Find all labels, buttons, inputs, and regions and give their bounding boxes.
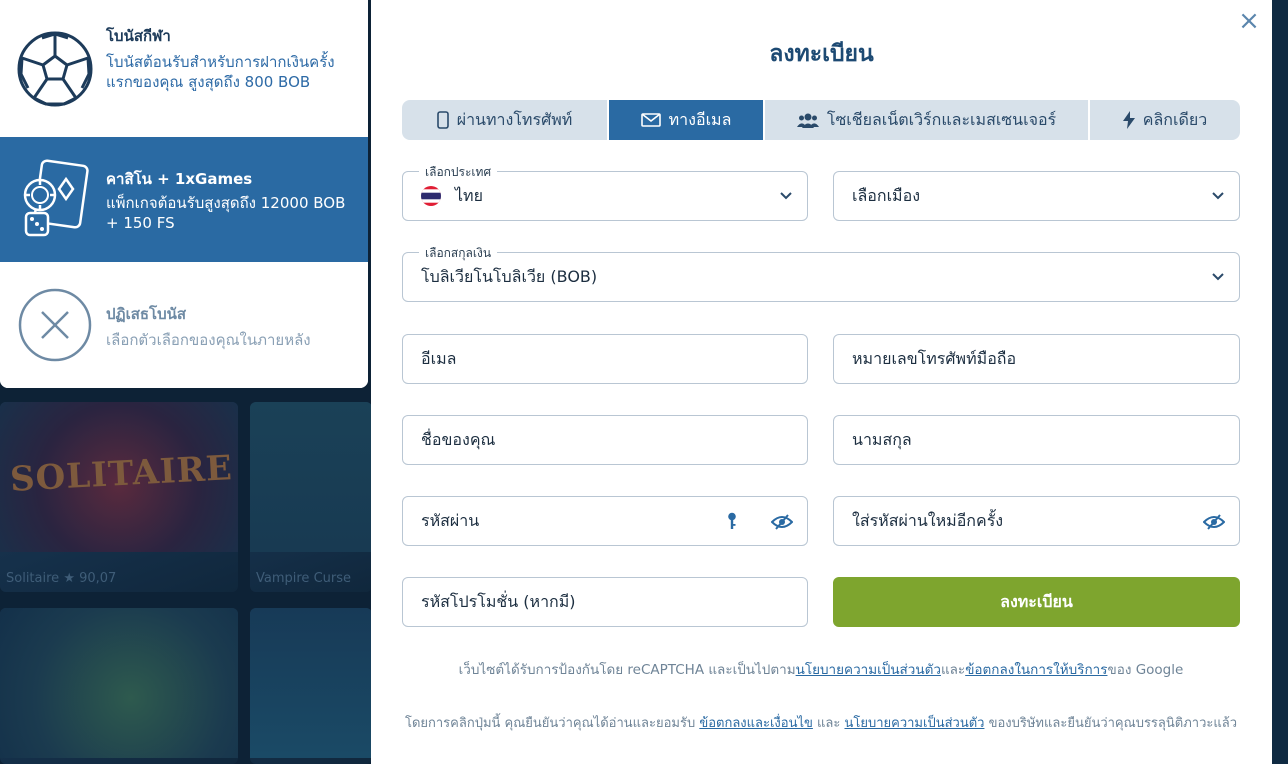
terms-text: ของบริษัทและยืนยันว่าคุณบรรลุนิติภาวะแล้… <box>984 716 1238 731</box>
first-name-field[interactable]: ชื่อของคุณ <box>402 415 808 465</box>
game-tile <box>0 608 238 764</box>
game-tile: SOLITAIRE Solitaire ★ 90,07 <box>0 402 238 592</box>
last-name-placeholder: นามสกุล <box>852 429 912 449</box>
bonus-option-casino[interactable]: คาสิโน + 1xGames แพ็กเกจต้อนรับสูงสุดถึง… <box>0 137 368 262</box>
tab-social[interactable]: โซเชียลเน็ตเวิร์กและเมสเซนเจอร์ <box>765 100 1090 140</box>
close-button[interactable]: × <box>1236 8 1262 34</box>
bonus-description: โบนัสต้อนรับสำหรับการฝากเงินครั้งแรกของค… <box>106 53 335 91</box>
currency-value: โบลิเวียโนโบลิเวีย (BOB) <box>421 266 598 286</box>
tab-label: โซเชียลเน็ตเวิร์กและเมสเซนเจอร์ <box>826 109 1057 129</box>
soccer-ball-icon <box>16 30 94 112</box>
tab-email[interactable]: ทางอีเมล <box>609 100 765 140</box>
game-name: Solitaire ★ 90,07 <box>6 571 117 586</box>
chevron-down-icon <box>1212 273 1224 281</box>
bonus-title: ปฏิเสธโบนัส <box>106 305 187 323</box>
bonus-option-sports[interactable]: โบนัสกีฬา โบนัสต้อนรับสำหรับการฝากเงินคร… <box>0 0 368 137</box>
terms-text: และ <box>812 716 845 731</box>
terms-text: โดยการคลิกปุ่มนี้ คุณยืนยันว่าคุณได้อ่าน… <box>404 716 700 731</box>
game-name: Vampire Curse <box>256 571 351 586</box>
company-privacy-link[interactable]: นโยบายความเป็นส่วนตัว <box>844 716 984 731</box>
password-repeat-placeholder: ใส่รหัสผ่านใหม่อีกครั้ง <box>852 510 1004 530</box>
tab-label: ผ่านทางโทรศัพท์ <box>456 109 573 129</box>
users-icon <box>796 112 819 128</box>
register-button[interactable]: ลงทะเบียน <box>833 577 1240 627</box>
chevron-down-icon <box>780 192 792 200</box>
terms-conditions-link[interactable]: ข้อตกลงและเงื่อนไข <box>699 716 813 731</box>
modal-title: ลงทะเบียน <box>769 41 874 67</box>
promo-placeholder: รหัสโปรโมชั่น (หากมี) <box>421 591 576 611</box>
bonus-description: แพ็กเกจต้อนรับสูงสุดถึง 12000 BOB + 150 … <box>106 194 346 232</box>
recaptcha-notice: เว็บไซต์ได้รับการป้องกันโดย reCAPTCHA แล… <box>402 659 1240 681</box>
password-placeholder: รหัสผ่าน <box>421 510 480 530</box>
recaptcha-text: เว็บไซต์ได้รับการป้องกันโดย reCAPTCHA แล… <box>458 662 796 678</box>
thailand-flag-icon <box>421 186 441 206</box>
phone-placeholder: หมายเลขโทรศัพท์มือถือ <box>852 348 1017 368</box>
tab-label: ทางอีเมล <box>668 109 732 129</box>
country-value: ไทย <box>455 185 483 205</box>
privacy-policy-link[interactable]: นโยบายความเป็นส่วนตัว <box>796 662 941 678</box>
bonus-panel: โบนัสกีฬา โบนัสต้อนรับสำหรับการฝากเงินคร… <box>0 0 368 388</box>
game-tile <box>250 608 372 764</box>
terms-of-service-link[interactable]: ข้อตกลงในการให้บริการ <box>965 662 1107 678</box>
first-name-placeholder: ชื่อของคุณ <box>421 429 496 449</box>
promo-code-field[interactable]: รหัสโปรโมชั่น (หากมี) <box>402 577 808 627</box>
eye-slash-icon[interactable] <box>1203 514 1225 530</box>
phone-icon <box>436 111 449 129</box>
lightning-icon <box>1122 111 1135 129</box>
game-tile: Vampire Curse <box>250 402 372 592</box>
chevron-down-icon <box>1212 192 1224 200</box>
currency-legend: เลือกสกุลเงิน <box>419 244 498 263</box>
password-field[interactable]: รหัสผ่าน <box>402 496 808 546</box>
registration-tabs: ผ่านทางโทรศัพท์ ทางอีเมล โซเชียลเน็ตเวิร… <box>402 100 1240 140</box>
key-icon[interactable] <box>727 512 737 530</box>
bonus-title: โบนัสกีฬา <box>106 27 171 45</box>
game-art-title: SOLITAIRE <box>9 448 234 500</box>
recaptcha-text: ของ Google <box>1107 662 1184 678</box>
recaptcha-text: และ <box>940 662 966 678</box>
casino-chips-icon <box>20 159 90 243</box>
city-placeholder: เลือกเมือง <box>852 185 921 205</box>
password-repeat-field[interactable]: ใส่รหัสผ่านใหม่อีกครั้ง <box>833 496 1240 546</box>
email-field[interactable]: อีเมล <box>402 334 808 384</box>
eye-slash-icon[interactable] <box>771 514 793 530</box>
tab-one-click[interactable]: คลิกเดียว <box>1090 100 1240 140</box>
bonus-option-decline[interactable]: ปฏิเสธโบนัส เลือกตัวเลือกของคุณในภายหลัง <box>0 262 368 388</box>
bonus-description: เลือกตัวเลือกของคุณในภายหลัง <box>106 331 311 349</box>
background-games: SOLITAIRE Solitaire ★ 90,07 Vampire Curs… <box>0 386 372 764</box>
email-placeholder: อีเมล <box>421 348 457 368</box>
country-select[interactable]: เลือกประเทศ ไทย <box>402 163 808 221</box>
background-edge <box>1272 0 1288 764</box>
city-select[interactable]: เลือกเมือง <box>833 171 1240 221</box>
phone-field[interactable]: หมายเลขโทรศัพท์มือถือ <box>833 334 1240 384</box>
tab-phone[interactable]: ผ่านทางโทรศัพท์ <box>402 100 609 140</box>
last-name-field[interactable]: นามสกุล <box>833 415 1240 465</box>
envelope-icon <box>640 113 661 127</box>
decline-x-icon <box>17 287 93 367</box>
tab-label: คลิกเดียว <box>1142 109 1208 129</box>
country-legend: เลือกประเทศ <box>419 163 498 182</box>
terms-notice: โดยการคลิกปุ่มนี้ คุณยืนยันว่าคุณได้อ่าน… <box>402 713 1240 735</box>
currency-select[interactable]: เลือกสกุลเงิน โบลิเวียโนโบลิเวีย (BOB) <box>402 244 1240 302</box>
registration-modal: × ลงทะเบียน ผ่านทางโทรศัพท์ ทางอีเมล โซเ… <box>371 0 1272 764</box>
bonus-title: คาสิโน + 1xGames <box>106 170 253 188</box>
